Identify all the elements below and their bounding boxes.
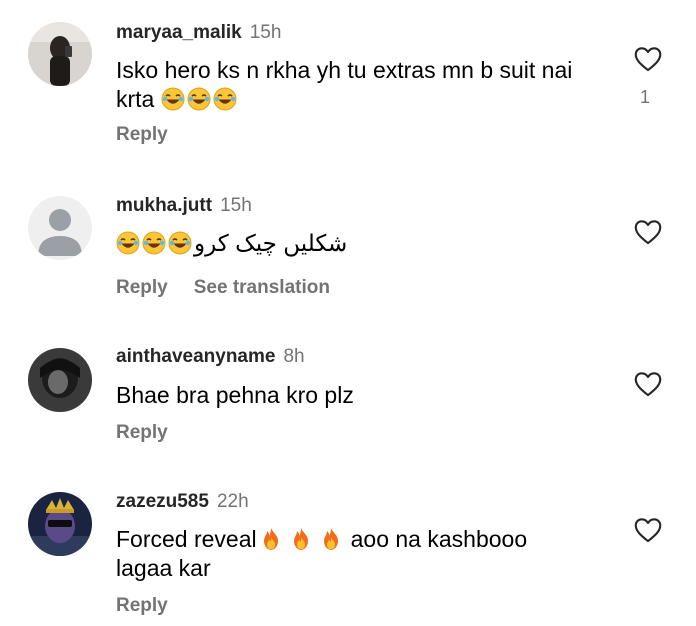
laughing-emoji xyxy=(161,87,185,111)
reply-button[interactable]: Reply xyxy=(116,277,168,298)
avatar[interactable] xyxy=(28,492,92,556)
username[interactable]: ainthaveanyname xyxy=(116,346,275,367)
comment-meta: zazezu585 22h xyxy=(116,491,249,513)
comment-text-line: aoo na kashbooo xyxy=(350,526,528,552)
heart-icon[interactable] xyxy=(634,371,662,397)
avatar[interactable] xyxy=(28,22,92,86)
comment-actions: Reply See translation xyxy=(116,277,330,299)
username[interactable]: maryaa_malik xyxy=(116,22,242,43)
comment-text-line: krta xyxy=(116,86,155,112)
laughing-emoji xyxy=(142,231,166,255)
comment-text-line: Bhae bra pehna kro plz xyxy=(116,382,354,408)
comment-meta: mukha.jutt 15h xyxy=(116,195,252,217)
comment-meta: maryaa_malik 15h xyxy=(116,22,281,44)
comment-actions: Reply xyxy=(116,124,168,146)
comment-text-line: lagaa kar xyxy=(116,555,211,581)
comment-actions: Reply xyxy=(116,595,168,617)
laughing-emoji xyxy=(213,87,237,111)
fire-emoji xyxy=(259,527,283,551)
avatar[interactable] xyxy=(28,348,92,412)
comment-text-line: Isko hero ks n rkha yh tu extras mn b su… xyxy=(116,57,573,83)
timestamp: 15h xyxy=(220,195,252,216)
comment-text-line: Forced reveal xyxy=(116,526,257,552)
heart-icon[interactable] xyxy=(634,219,662,245)
timestamp: 8h xyxy=(283,346,305,367)
timestamp: 22h xyxy=(216,491,249,512)
like-count: 1 xyxy=(640,87,651,107)
reply-button[interactable]: Reply xyxy=(116,422,168,443)
fire-emoji xyxy=(319,527,343,551)
username[interactable]: zazezu585 xyxy=(116,491,209,512)
comment-text-line: شکلیں چیک کرو xyxy=(194,230,348,256)
comment-text: Isko hero ks n rkha yh tu extras mn b su… xyxy=(116,56,596,114)
fire-emoji xyxy=(289,527,313,551)
comment-text: Forced reveal aoo na kashbooo lagaa kar xyxy=(116,525,596,583)
reply-button[interactable]: Reply xyxy=(116,124,168,145)
username[interactable]: mukha.jutt xyxy=(116,195,212,216)
comment-actions: Reply xyxy=(116,422,168,444)
reply-button[interactable]: Reply xyxy=(116,595,168,616)
comment-text: Bhae bra pehna kro plz xyxy=(116,381,596,410)
heart-icon[interactable] xyxy=(634,517,662,543)
timestamp: 15h xyxy=(249,22,282,43)
see-translation-button[interactable]: See translation xyxy=(194,277,330,298)
laughing-emoji xyxy=(168,231,192,255)
comment-text: شکلیں چیک کرو xyxy=(116,229,347,258)
avatar[interactable] xyxy=(28,196,92,260)
comment-meta: ainthaveanyname 8h xyxy=(116,346,305,368)
laughing-emoji xyxy=(187,87,211,111)
laughing-emoji xyxy=(116,231,140,255)
heart-icon[interactable] xyxy=(634,46,662,72)
